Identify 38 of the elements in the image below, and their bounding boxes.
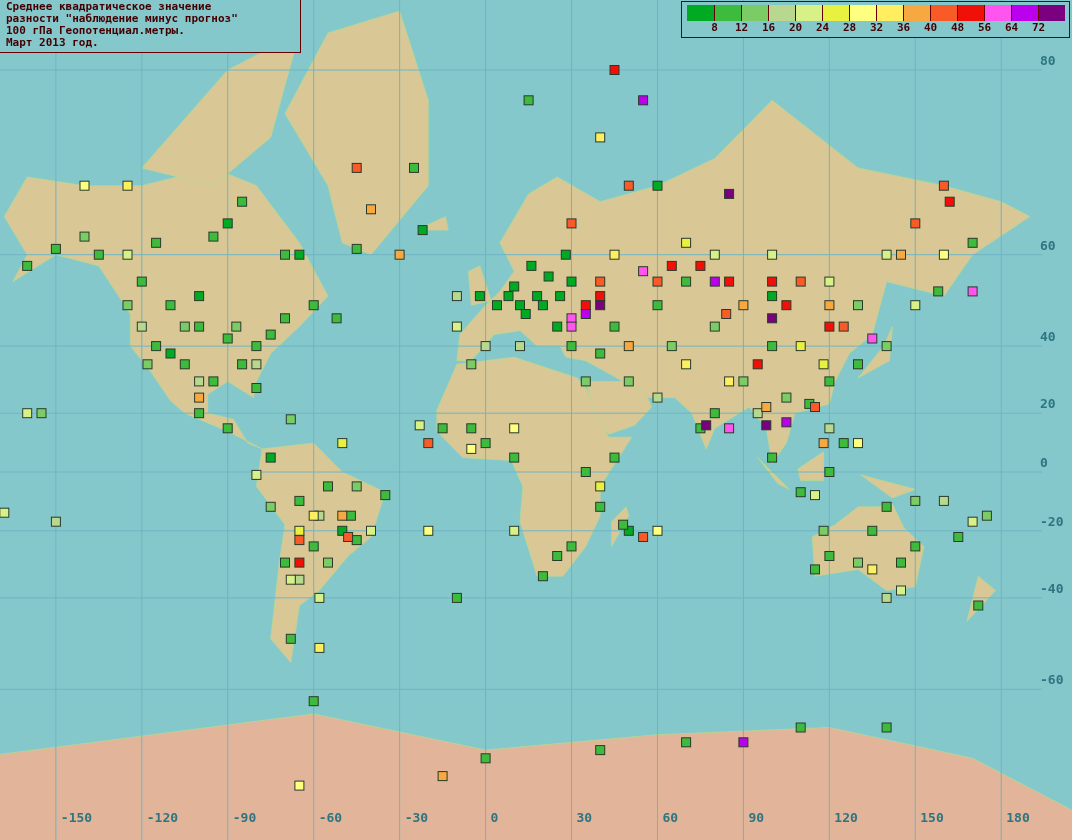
longitude-label: -150	[60, 810, 93, 825]
title-line: Март 2013 год.	[6, 37, 100, 49]
longitude-label: 30	[576, 810, 593, 825]
latitude-label: 20	[1040, 396, 1056, 412]
latitude-label: -20	[1040, 513, 1064, 529]
legend-label: 12	[733, 21, 750, 35]
latitude-label: 0	[1040, 455, 1048, 470]
legend-label: 32	[868, 21, 885, 35]
longitude-label: -60	[318, 810, 343, 825]
legend-label: 48	[949, 21, 966, 35]
legend-label: 56	[976, 21, 993, 35]
longitude-label: 60	[662, 810, 679, 825]
longitude-label: 120	[834, 810, 858, 825]
legend-label: 8	[710, 21, 719, 35]
legend-label: 20	[787, 21, 804, 35]
longitude-label: 180	[1006, 810, 1030, 825]
longitude-label: 150	[920, 810, 944, 825]
legend-label: 24	[814, 21, 831, 35]
legend-label: 40	[922, 21, 939, 35]
latitude-label: -60	[1040, 672, 1064, 688]
latitude-label: 60	[1040, 237, 1056, 253]
longitude-label: -120	[146, 810, 179, 825]
title-line: 100 гПа Геопотенциал.метры.	[6, 25, 186, 37]
legend-label: 28	[841, 21, 858, 35]
longitude-label: -30	[404, 810, 429, 825]
longitude-label: 90	[748, 810, 765, 825]
legend-label: 72	[1030, 21, 1047, 35]
latitude-label: 80	[1040, 53, 1056, 68]
title-line: Среднее квадратическое значение	[6, 1, 213, 13]
title-line: разности "наблюдение минус прогноз"	[6, 13, 239, 25]
landmass	[860, 474, 916, 499]
legend-label: 16	[760, 21, 777, 35]
legend-label: 36	[895, 21, 912, 35]
latitude-label: -40	[1040, 580, 1064, 596]
longitude-label: -90	[232, 810, 257, 825]
legend-label: 64	[1003, 21, 1020, 35]
latitude-label: 40	[1040, 329, 1056, 345]
longitude-label: 0	[490, 810, 499, 825]
